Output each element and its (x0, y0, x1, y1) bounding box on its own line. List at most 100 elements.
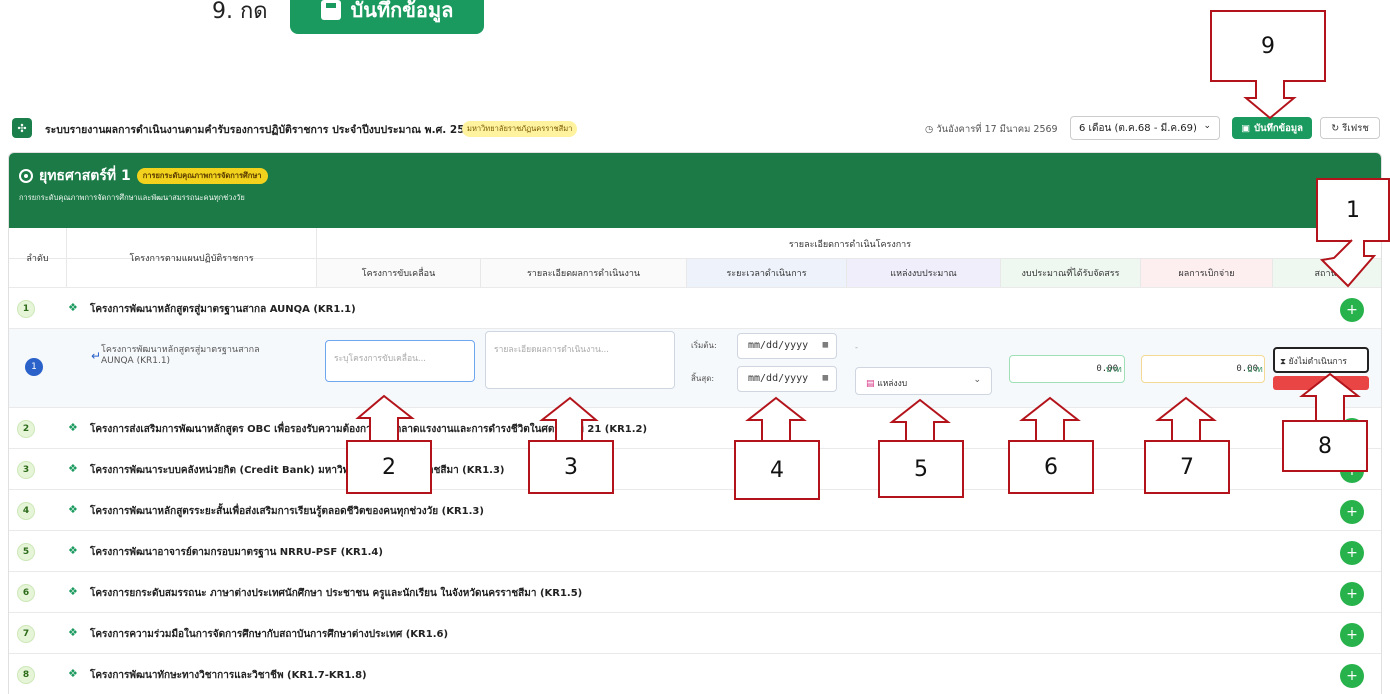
drive-project-input[interactable]: ระบุโครงการขับเคลื่อน... (325, 340, 475, 382)
project-row-4[interactable]: 4 ❖ โครงการพัฒนาหลักสูตรระยะสั้นเพื่อส่ง… (9, 489, 1381, 530)
refresh-button[interactable]: ↻ รีเฟรช (1320, 117, 1380, 139)
callout-3: 3 (528, 440, 614, 494)
budget-unit: บาท (1106, 365, 1122, 375)
start-date-value: mm/dd/yyyy (748, 340, 809, 351)
calendar-icon: ▦ (822, 373, 828, 383)
row-number: 1 (17, 300, 35, 318)
project-tree-icon: ❖ (68, 626, 78, 639)
refresh-icon: ↻ (1331, 122, 1340, 134)
spent-unit: บาท (1247, 365, 1263, 375)
add-detail-button[interactable]: + (1340, 664, 1364, 688)
current-date: ◷ วันอังคารที่ 17 มีนาคม 2569 (925, 122, 1058, 137)
callout-1: 1 (1316, 178, 1390, 242)
end-date-input[interactable]: mm/dd/yyyy ▦ (737, 366, 837, 392)
project-tree-icon: ❖ (68, 301, 78, 314)
screenshot-stage: 9. กด บันทึกข้อมูล ✣ ระบบรายงานผลการดำเน… (0, 0, 1390, 694)
strategy-title: ยุทธศาสตร์ที่ 1 (39, 168, 131, 184)
source-dash: - (855, 343, 858, 352)
add-detail-button[interactable]: + (1340, 298, 1364, 322)
project-tree-icon: ❖ (68, 585, 78, 598)
start-date-label: เริ่มต้น: (691, 341, 717, 350)
row-number: 2 (17, 420, 35, 438)
money-icon: ▤ (866, 379, 875, 389)
period-select-value: 6 เดือน (ต.ค.68 - มี.ค.69) (1079, 123, 1197, 134)
app-header: ✣ ระบบรายงานผลการดำเนินงานตามคำรับรองการ… (0, 114, 1390, 144)
strategy-header: ยุทธศาสตร์ที่ 1 การยกระดับคุณภาพการจัดกา… (9, 153, 1381, 228)
project-tree-icon: ❖ (68, 544, 78, 557)
project-name: โครงการยกระดับสมรรถนะ ภาษาต่างประเทศนักศ… (90, 588, 583, 599)
save-disk-icon (320, 0, 341, 20)
end-date-label: สิ้นสุด: (691, 374, 715, 383)
add-detail-button[interactable]: + (1340, 541, 1364, 565)
col-header-source: แหล่งงบประมาณ (847, 259, 1001, 287)
detail-project-name: โครงการพัฒนาหลักสูตรสู่มาตรฐานสากล AUNQA… (101, 345, 260, 366)
arrow-1-down (1319, 239, 1377, 288)
calendar-icon: ▦ (822, 340, 828, 350)
current-date-text: วันอังคารที่ 17 มีนาคม 2569 (936, 124, 1058, 135)
budget-source-select[interactable]: ▤ แหล่งงบ ⌄ (855, 367, 992, 395)
callout-2: 2 (346, 440, 432, 494)
table-header: ลำดับ โครงการตามแผนปฏิบัติราชการ รายละเอ… (9, 228, 1381, 287)
org-badge: มหาวิทยาลัยราชภัฏนครราชสีมา (462, 121, 578, 137)
start-date-input[interactable]: mm/dd/yyyy ▦ (737, 333, 837, 359)
target-icon (19, 169, 33, 183)
arrow-8-up (1299, 372, 1361, 420)
row-number: 6 (17, 584, 35, 602)
project-name: โครงการพัฒนาอาจารย์ตามกรอบมาตรฐาน NRRU-P… (90, 547, 383, 558)
callout-4: 4 (734, 440, 820, 500)
project-row-5[interactable]: 5 ❖ โครงการพัฒนาอาจารย์ตามกรอบมาตรฐาน NR… (9, 530, 1381, 571)
strategy-title-row: ยุทธศาสตร์ที่ 1 การยกระดับคุณภาพการจัดกา… (19, 165, 1371, 187)
arrow-7-up (1155, 396, 1217, 440)
callout-9: 9 (1210, 10, 1326, 82)
save-button-label: บันทึกข้อมูล (1254, 122, 1303, 134)
project-tree-icon: ❖ (68, 503, 78, 516)
col-header-result: รายละเอียดผลการดำเนินงาน (481, 259, 687, 287)
arrow-3-up (539, 396, 599, 440)
budget-source-value: แหล่งงบ (877, 379, 908, 389)
project-tree-icon: ❖ (68, 421, 78, 434)
row-number: 5 (17, 543, 35, 561)
project-tree-icon: ❖ (68, 462, 78, 475)
project-name: โครงการพัฒนาระบบคลังหน่วยกิต (Credit Ban… (90, 465, 505, 476)
add-detail-button[interactable]: + (1340, 500, 1364, 524)
callout-6: 6 (1008, 440, 1094, 494)
project-name: โครงการพัฒนาหลักสูตรสู่มาตรฐานสากล AUNQA… (90, 304, 356, 315)
col-header-drive: โครงการขับเคลื่อน (317, 259, 481, 287)
row-number: 8 (17, 666, 35, 684)
row-number: 3 (17, 461, 35, 479)
app-logo-icon: ✣ (12, 118, 32, 138)
sub-arrow-icon: ↵ (91, 349, 102, 363)
hourglass-icon: ⧗ (1280, 357, 1286, 367)
row-number: 7 (17, 625, 35, 643)
period-select[interactable]: 6 เดือน (ต.ค.68 - มี.ค.69) ⌄ (1070, 116, 1220, 140)
step-caption: 9. กด (212, 0, 268, 34)
table-subheader: โครงการขับเคลื่อน รายละเอียดผลการดำเนินง… (317, 259, 1381, 287)
arrow-9-down (1243, 80, 1297, 120)
add-detail-button[interactable]: + (1340, 623, 1364, 647)
col-header-group: รายละเอียดการดำเนินโครงการ (788, 239, 912, 250)
col-header-no: ลำดับ (9, 228, 67, 287)
save-button[interactable]: ▣ บันทึกข้อมูล (1232, 117, 1312, 139)
arrow-6-up (1019, 396, 1081, 440)
chevron-down-icon: ⌄ (973, 375, 981, 385)
refresh-button-label: รีเฟรช (1342, 122, 1369, 134)
detail-number: 1 (25, 358, 43, 376)
chevron-down-icon: ⌄ (1203, 121, 1211, 131)
arrow-4-up (745, 396, 807, 440)
arrow-5-up (889, 398, 951, 440)
result-detail-input[interactable]: รายละเอียดผลการดำเนินงาน... (485, 331, 675, 389)
strategy-subtitle: การยกระดับคุณภาพการจัดการศึกษาและพัฒนาสม… (19, 193, 245, 202)
add-detail-button[interactable]: + (1340, 582, 1364, 606)
col-header-project: โครงการตามแผนปฏิบัติราชการ (67, 228, 317, 287)
project-row-6[interactable]: 6 ❖ โครงการยกระดับสมรรถนะ ภาษาต่างประเทศ… (9, 571, 1381, 612)
project-row-8[interactable]: 8 ❖ โครงการพัฒนาทักษะทางวิชาการและวิชาชี… (9, 653, 1381, 694)
col-header-period: ระยะเวลาดำเนินการ (687, 259, 847, 287)
project-name: โครงการพัฒนาหลักสูตรระยะสั้นเพื่อส่งเสริ… (90, 506, 484, 517)
project-row-7[interactable]: 7 ❖ โครงการความร่วมมือในการจัดการศึกษากั… (9, 612, 1381, 653)
step-save-button-illustration: บันทึกข้อมูล (290, 0, 484, 34)
project-name: โครงการความร่วมมือในการจัดการศึกษากับสถา… (90, 629, 449, 640)
project-row-1[interactable]: 1 ❖ โครงการพัฒนาหลักสูตรสู่มาตรฐานสากล A… (9, 287, 1381, 328)
col-header-budget: งบประมาณที่ได้รับจัดสรร (1001, 259, 1141, 287)
clock-icon: ◷ (925, 124, 934, 135)
status-select[interactable]: ⧗ ยังไม่ดำเนินการ (1273, 347, 1369, 373)
